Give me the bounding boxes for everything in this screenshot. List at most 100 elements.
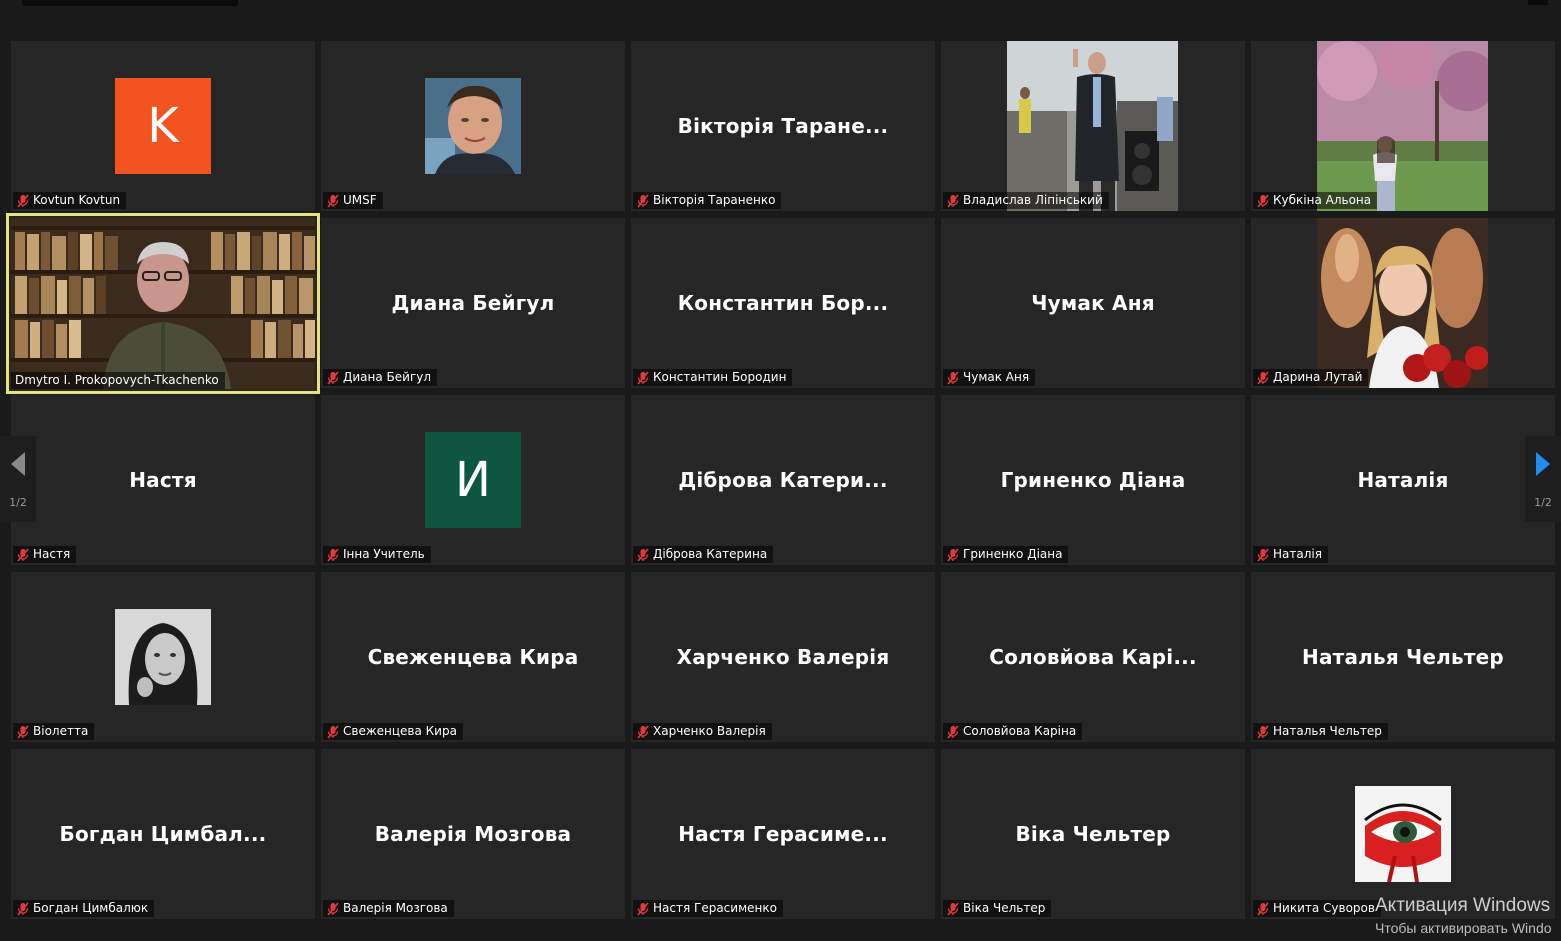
- participant-display-name: Діброва Катери...: [678, 468, 888, 492]
- participant-name-label: Наталія: [1253, 546, 1328, 563]
- participant-tile[interactable]: Настя Герасиме... Настя Герасименко: [631, 749, 935, 919]
- participant-name: Віолетта: [33, 724, 89, 738]
- windows-activation-title: Активация Windows: [1375, 895, 1551, 916]
- mic-muted-icon: [17, 547, 29, 562]
- participant-name: Харченко Валерія: [653, 724, 766, 738]
- participant-tile[interactable]: Гриненко Діана Гриненко Діана: [941, 395, 1245, 565]
- participant-tile[interactable]: Никита Суворов: [1251, 749, 1555, 919]
- participant-name: UMSF: [343, 193, 377, 207]
- previous-page-button[interactable]: 1/2: [0, 436, 36, 522]
- participant-name: Владислав Ліпінський: [963, 193, 1103, 207]
- participant-tile[interactable]: Соловйова Карі... Соловйова Каріна: [941, 572, 1245, 742]
- mic-muted-icon: [637, 370, 649, 385]
- participant-display-name: Настя: [129, 468, 197, 492]
- participant-tile[interactable]: Диана Бейгул Диана Бейгул: [321, 218, 625, 388]
- view-toggle[interactable]: [1528, 0, 1548, 5]
- participant-name-label: Владислав Ліпінський: [943, 192, 1109, 209]
- participant-tile[interactable]: И Інна Учитель: [321, 395, 625, 565]
- participant-name: Валерія Мозгова: [343, 901, 448, 915]
- participant-name-label: Кубкіна Альона: [1253, 192, 1378, 209]
- participant-name-label: Вікторія Тараненко: [633, 192, 782, 209]
- participant-display-name: Чумак Аня: [1031, 291, 1155, 315]
- participant-name: Настя: [33, 547, 71, 561]
- participant-name: Наталія: [1273, 547, 1322, 561]
- participant-name-label: Константин Бородин: [633, 369, 793, 386]
- participant-name: Гриненко Діана: [963, 547, 1063, 561]
- participant-display-name: Свеженцева Кира: [367, 645, 579, 669]
- participant-name: Диана Бейгул: [343, 370, 432, 384]
- participant-tile[interactable]: Чумак Аня Чумак Аня: [941, 218, 1245, 388]
- participant-tile[interactable]: Наталья Чельтер Наталья Чельтер: [1251, 572, 1555, 742]
- participant-tile[interactable]: Свеженцева Кира Свеженцева Кира: [321, 572, 625, 742]
- participant-tile[interactable]: Вікторія Таране... Вікторія Тараненко: [631, 41, 935, 211]
- profile-photo: [1355, 786, 1451, 882]
- participant-display-name: Наталія: [1357, 468, 1449, 492]
- profile-photo: [1007, 41, 1178, 211]
- mic-muted-icon: [17, 193, 29, 208]
- participant-name-label: Настя Герасименко: [633, 900, 783, 917]
- participant-tile[interactable]: Настя Настя: [11, 395, 315, 565]
- participant-tile[interactable]: Владислав Ліпінський: [941, 41, 1245, 211]
- participant-name: Чумак Аня: [963, 370, 1030, 384]
- participant-name-label: Наталья Чельтер: [1253, 723, 1388, 740]
- participant-tile[interactable]: Кубкіна Альона: [1251, 41, 1555, 211]
- profile-photo: [115, 609, 211, 705]
- participant-tile[interactable]: Валерія Мозгова Валерія Мозгова: [321, 749, 625, 919]
- chevron-left-icon: [11, 451, 25, 476]
- participant-tile[interactable]: Богдан Цимбал... Богдан Цимбалюк: [11, 749, 315, 919]
- participant-name-label: Богдан Цимбалюк: [13, 900, 155, 917]
- mic-muted-icon: [1257, 370, 1269, 385]
- participant-tile[interactable]: Віолетта: [11, 572, 315, 742]
- mic-muted-icon: [947, 370, 959, 385]
- mic-muted-icon: [947, 724, 959, 739]
- mic-muted-icon: [17, 724, 29, 739]
- participant-display-name: Наталья Чельтер: [1302, 645, 1504, 669]
- participant-name-label: Інна Учитель: [323, 546, 431, 563]
- participant-name: Інна Учитель: [343, 547, 425, 561]
- participant-name-label: Віка Чельтер: [943, 900, 1052, 917]
- mic-muted-icon: [637, 193, 649, 208]
- page-indicator: 1/2: [9, 495, 27, 509]
- participant-name: Dmytro I. Prokopovych-Tkachenko: [15, 373, 219, 387]
- mic-muted-icon: [327, 547, 339, 562]
- participant-name-label: Дарина Лутай: [1253, 369, 1369, 386]
- participant-tile[interactable]: Наталія Наталія: [1251, 395, 1555, 565]
- participant-name-label: Dmytro I. Prokopovych-Tkachenko: [11, 372, 225, 389]
- top-toolbar-tab[interactable]: [22, 0, 238, 6]
- participant-name-label: Віолетта: [13, 723, 95, 740]
- page-indicator: 1/2: [1534, 495, 1552, 509]
- mic-muted-icon: [1257, 193, 1269, 208]
- participant-name: Соловйова Каріна: [963, 724, 1077, 738]
- participant-name-label: Диана Бейгул: [323, 369, 438, 386]
- video-feed: [11, 218, 315, 389]
- mic-muted-icon: [17, 901, 29, 916]
- participant-tile[interactable]: Константин Бор... Константин Бородин: [631, 218, 935, 388]
- mic-muted-icon: [327, 724, 339, 739]
- participant-tile[interactable]: UMSF: [321, 41, 625, 211]
- participant-display-name: Настя Герасиме...: [678, 822, 888, 846]
- mic-muted-icon: [637, 547, 649, 562]
- participant-display-name: Харченко Валерія: [676, 645, 890, 669]
- avatar-initial: И: [425, 432, 521, 528]
- participant-name: Вікторія Тараненко: [653, 193, 776, 207]
- participant-tile[interactable]: Віка Чельтер Віка Чельтер: [941, 749, 1245, 919]
- mic-muted-icon: [1257, 901, 1269, 916]
- participant-name: Константин Бородин: [653, 370, 787, 384]
- participant-tile[interactable]: Харченко Валерія Харченко Валерія: [631, 572, 935, 742]
- participant-tile[interactable]: K Kovtun Kovtun: [11, 41, 315, 211]
- mic-muted-icon: [327, 901, 339, 916]
- participant-name: Настя Герасименко: [653, 901, 777, 915]
- participant-name-label: UMSF: [323, 192, 383, 209]
- participant-tile-active-speaker[interactable]: Dmytro I. Prokopovych-Tkachenko: [6, 213, 320, 394]
- participant-tile[interactable]: Діброва Катери... Діброва Катерина: [631, 395, 935, 565]
- participant-name: Свеженцева Кира: [343, 724, 457, 738]
- next-page-button[interactable]: 1/2: [1525, 436, 1561, 522]
- mic-muted-icon: [1257, 724, 1269, 739]
- participant-display-name: Диана Бейгул: [391, 291, 555, 315]
- profile-photo: [425, 78, 521, 174]
- avatar-initial: K: [115, 78, 211, 174]
- participant-display-name: Константин Бор...: [677, 291, 889, 315]
- participant-tile[interactable]: Дарина Лутай: [1251, 218, 1555, 388]
- participant-name-label: Kovtun Kovtun: [13, 192, 127, 209]
- participant-name: Діброва Катерина: [653, 547, 768, 561]
